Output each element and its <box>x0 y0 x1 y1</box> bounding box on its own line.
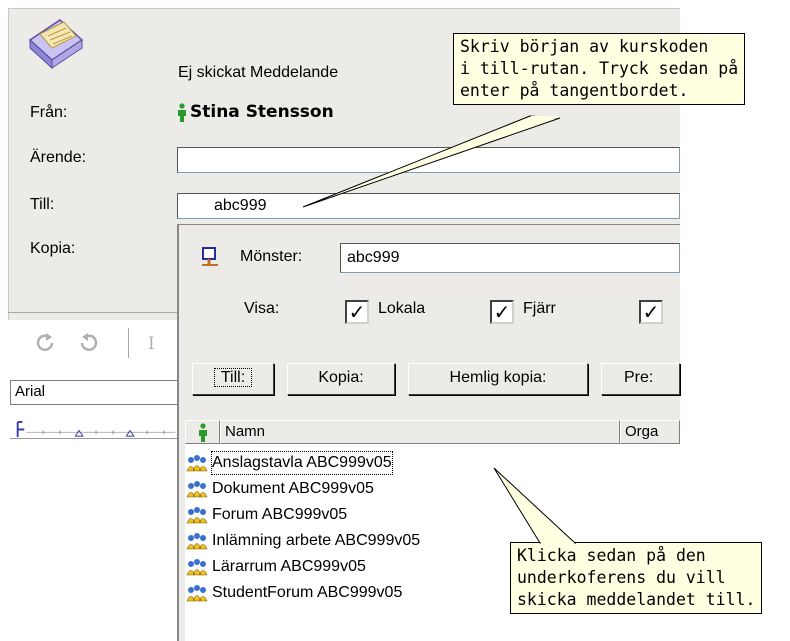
list-item-label: StudentForum ABC999v05 <box>212 584 403 601</box>
svg-text:I: I <box>148 334 155 354</box>
redo-icon[interactable] <box>76 330 102 356</box>
message-status: Ej skickat Meddelande <box>178 64 339 81</box>
hint-callout-top: Skriv början av kurskoden i till-rutan. … <box>453 33 746 105</box>
third-checkbox[interactable]: ✓ <box>639 300 663 324</box>
list-item[interactable]: Inlämning arbete ABC999v05 <box>186 530 420 552</box>
list-item-label: Forum ABC999v05 <box>212 506 348 523</box>
local-label[interactable]: Lokala <box>378 300 425 318</box>
list-item[interactable]: Forum ABC999v05 <box>186 504 347 526</box>
font-select[interactable]: Arial <box>10 380 184 405</box>
to-input[interactable]: abc999 <box>177 193 680 219</box>
list-item[interactable]: Lärarrum ABC999v05 <box>186 556 366 578</box>
group-icon <box>186 481 208 498</box>
list-item[interactable]: StudentForum ABC999v05 <box>186 582 402 604</box>
list-item-label: Dokument ABC999v05 <box>212 480 374 497</box>
format-icon[interactable]: I <box>144 330 164 356</box>
pattern-input[interactable]: abc999 <box>340 243 680 273</box>
group-icon <box>186 533 208 550</box>
to-button-label: Till: <box>213 368 253 387</box>
sender-name: Stina Stensson <box>190 102 334 122</box>
subject-input[interactable] <box>177 147 680 173</box>
hint-callout-bottom: Klicka sedan på den underkoferens du vil… <box>510 542 763 614</box>
cc-button[interactable]: Kopia: <box>287 363 395 395</box>
list-item[interactable]: Anslagstavla ABC999v05 <box>186 451 393 475</box>
subject-label: Ärende: <box>30 149 87 166</box>
person-icon <box>199 423 207 442</box>
pattern-label: Mönster: <box>240 248 303 265</box>
undo-icon[interactable] <box>32 330 58 356</box>
from-label: Från: <box>30 104 68 121</box>
group-icon <box>186 585 208 602</box>
org-column-header[interactable]: Orga <box>620 420 680 444</box>
more-button[interactable]: Pre: <box>601 363 680 395</box>
show-label: Visa: <box>244 300 280 317</box>
message-body-editor[interactable] <box>8 320 188 641</box>
to-label: Till: <box>30 196 55 213</box>
type-column-header[interactable] <box>185 420 220 444</box>
to-button[interactable]: Till: <box>192 363 274 395</box>
person-icon <box>178 103 186 122</box>
group-icon <box>186 559 208 576</box>
group-icon <box>186 507 208 524</box>
remote-checkbox[interactable]: ✓ <box>490 300 514 324</box>
local-checkbox[interactable]: ✓ <box>345 300 369 324</box>
envelope-icon <box>28 19 84 70</box>
list-item-label: Inlämning arbete ABC999v05 <box>212 532 421 549</box>
toolbar-separator <box>128 328 130 358</box>
bcc-button[interactable]: Hemlig kopia: <box>408 363 588 395</box>
pattern-icon <box>202 247 218 266</box>
ruler[interactable] <box>10 421 184 439</box>
remote-label[interactable]: Fjärr <box>523 300 556 318</box>
list-item[interactable]: Dokument ABC999v05 <box>186 478 374 500</box>
name-column-header[interactable]: Namn <box>220 420 620 444</box>
group-icon <box>186 455 208 472</box>
list-item-label: Lärarrum ABC999v05 <box>212 558 366 575</box>
cc-label: Kopia: <box>30 240 76 257</box>
list-item-label: Anslagstavla ABC999v05 <box>211 451 393 475</box>
